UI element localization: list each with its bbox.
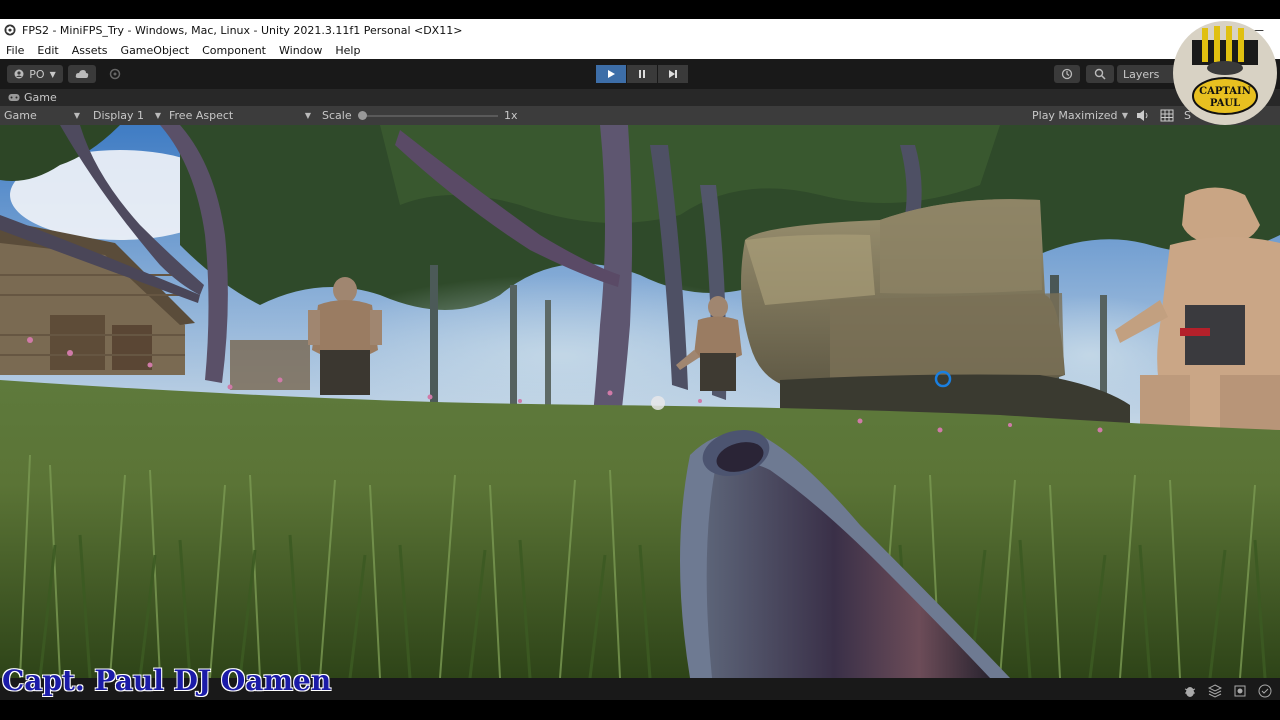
chevron-down-icon: ▼ <box>73 111 80 120</box>
play-mode-select[interactable]: Play Maximized ▼ <box>1028 108 1132 123</box>
display-select-value: Display 1 <box>93 109 145 122</box>
scale-slider-handle[interactable] <box>358 111 367 120</box>
window-title: FPS2 - MiniFPS_Try - Windows, Mac, Linux… <box>22 23 463 37</box>
aspect-select-value: Free Aspect <box>169 109 234 122</box>
play-controls <box>596 65 689 83</box>
account-icon <box>14 69 24 79</box>
menu-component[interactable]: Component <box>202 44 266 57</box>
view-select-value: Game <box>4 109 37 122</box>
status-icons <box>1172 683 1272 698</box>
menu-assets[interactable]: Assets <box>72 44 108 57</box>
stack-icon[interactable] <box>1207 683 1223 698</box>
scale-value-text: 1x <box>504 109 518 122</box>
channel-watermark: Capt. Paul DJ Oamen <box>2 664 332 697</box>
menu-window[interactable]: Window <box>279 44 322 57</box>
muzzle-glint <box>651 396 665 410</box>
unity-icon <box>4 24 16 36</box>
pause-button[interactable] <box>627 65 657 83</box>
step-button[interactable] <box>658 65 688 83</box>
game-scene <box>0 125 1280 678</box>
scale-slider-track[interactable] <box>362 115 498 117</box>
layers-label: Layers <box>1123 67 1160 81</box>
play-mode-select-value: Play Maximized <box>1032 109 1118 122</box>
window-titlebar: FPS2 - MiniFPS_Try - Windows, Mac, Linux… <box>0 19 1280 41</box>
search-button[interactable] <box>1086 65 1114 83</box>
step-icon <box>669 70 677 78</box>
menu-bar: File Edit Assets GameObject Component Wi… <box>0 41 1280 59</box>
menu-help[interactable]: Help <box>335 44 360 57</box>
pause-icon <box>639 70 645 78</box>
scale-label-text: Scale <box>322 109 352 122</box>
cloud-icon <box>75 70 89 78</box>
tab-game-label: Game <box>24 91 57 104</box>
view-select[interactable]: Game ▼ <box>0 108 84 123</box>
captain-paul-logo: CAPTAIN PAUL <box>1173 21 1277 125</box>
display-select[interactable]: Display 1 ▼ <box>89 108 165 123</box>
scale-label: Scale <box>318 108 358 123</box>
gamepad-icon <box>8 94 20 101</box>
play-button[interactable] <box>596 65 626 83</box>
tree-trunk <box>545 300 551 405</box>
aspect-select[interactable]: Free Aspect ▼ <box>165 108 315 123</box>
unity-editor-window: FPS2 - MiniFPS_Try - Windows, Mac, Linux… <box>0 0 1280 720</box>
check-icon[interactable] <box>1258 683 1272 698</box>
tab-game[interactable]: Game <box>0 89 1280 106</box>
menu-file[interactable]: File <box>6 44 24 57</box>
logo-text-line1: CAPTAIN <box>1199 86 1251 97</box>
chevron-down-icon: ▼ <box>304 111 311 120</box>
chevron-down-icon: ▼ <box>49 69 56 79</box>
tree-trunk <box>1100 295 1107 405</box>
account-dropdown[interactable]: PO ▼ <box>7 65 63 83</box>
bug-icon[interactable] <box>1183 683 1197 697</box>
search-icon <box>1094 68 1106 80</box>
history-button[interactable] <box>1054 65 1080 83</box>
account-label: PO <box>29 67 45 81</box>
play-icon <box>608 70 615 78</box>
logo-text-line2: PAUL <box>1210 98 1240 109</box>
cloud-button[interactable] <box>68 65 96 83</box>
main-toolbar: PO ▼ Layers <box>0 59 1280 89</box>
menu-edit[interactable]: Edit <box>37 44 58 57</box>
layers-dropdown[interactable]: Layers <box>1117 65 1177 83</box>
tree-trunk <box>510 285 517 405</box>
chevron-down-icon: ▼ <box>1121 111 1128 120</box>
collab-icon <box>109 68 121 80</box>
game-viewport[interactable] <box>0 125 1280 678</box>
chevron-down-icon: ▼ <box>154 111 161 120</box>
collab-button[interactable] <box>102 65 128 83</box>
tree-trunk <box>430 265 438 405</box>
scale-value: 1x <box>500 108 530 123</box>
speaker-icon <box>1137 110 1148 121</box>
lighting-icon[interactable] <box>1233 683 1247 697</box>
grass-field <box>0 380 1280 678</box>
mute-audio-button[interactable] <box>1136 109 1150 122</box>
history-icon <box>1061 68 1073 80</box>
menu-gameobject[interactable]: GameObject <box>121 44 190 57</box>
game-view-toolbar: Game ▼ Display 1 ▼ Free Aspect ▼ Scale 1… <box>0 106 1280 125</box>
